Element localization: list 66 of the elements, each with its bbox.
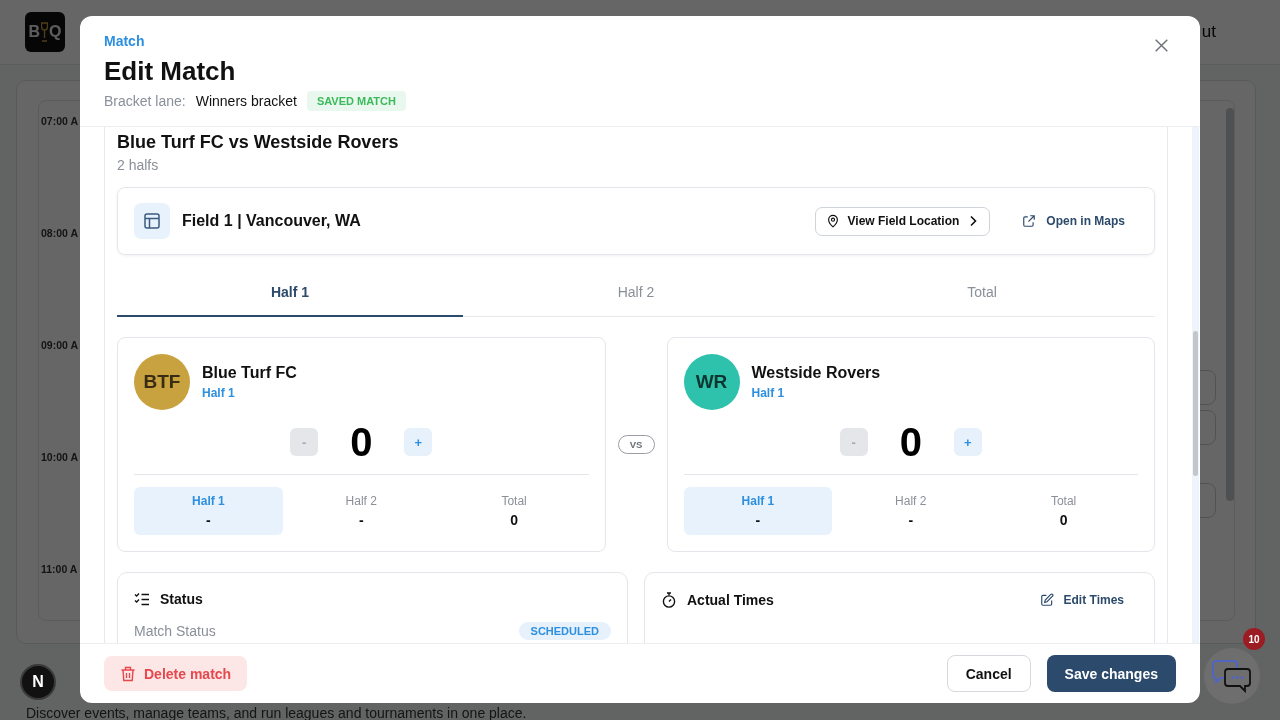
external-link-icon — [1022, 214, 1037, 228]
period-score-cell[interactable]: Total 0 — [989, 487, 1138, 535]
team-name: Blue Turf FC — [202, 363, 297, 383]
lane-label: Bracket lane: — [104, 93, 186, 109]
time-label: 11:00 A — [41, 563, 78, 575]
period-score: - — [206, 512, 211, 528]
period-score-cell[interactable]: Half 2 - — [836, 487, 986, 535]
location-button[interactable]: View Field Location — [814, 206, 991, 236]
scrollbar-track[interactable] — [1192, 127, 1199, 643]
team-name: Westside Rovers — [751, 363, 881, 383]
lane-value: Winners bracket — [195, 93, 297, 109]
time-label: 10:00 A — [41, 451, 78, 463]
team-period-label: Half 1 — [751, 385, 785, 401]
stopwatch-icon — [661, 592, 677, 608]
scrollbar-thumb[interactable] — [1193, 331, 1198, 476]
layout-icon — [134, 203, 170, 239]
scrollbar-thumb[interactable] — [1226, 108, 1234, 501]
period-label: Total — [1050, 494, 1077, 508]
modal-eyebrow: Match — [104, 33, 145, 49]
match-subtitle: 2 halfs — [117, 156, 159, 175]
logo-letter: B — [28, 23, 41, 41]
period-score-cell[interactable]: Half 1 - — [134, 487, 283, 535]
actual-times-title: Actual Times — [687, 591, 774, 610]
chat-icon — [1212, 659, 1252, 693]
period-tab[interactable]: Half 1 — [117, 269, 463, 317]
close-icon — [1154, 38, 1168, 52]
period-score: 0 — [1059, 512, 1068, 528]
field-name: Field 1 | Vancouver, WA — [182, 212, 361, 230]
period-score: - — [358, 512, 364, 528]
period-score-cell[interactable]: Half 2 - — [286, 487, 436, 535]
period-score: - — [908, 512, 914, 528]
cup-icon — [41, 21, 49, 43]
pin-icon — [825, 214, 840, 228]
status-field-label: Match Status — [134, 623, 216, 639]
period-score-cell[interactable]: Half 1 - — [683, 487, 833, 535]
time-label: 09:00 A — [41, 339, 78, 351]
period-score: - — [755, 512, 761, 528]
modal-title: Edit Match — [104, 55, 236, 87]
time-label: 07:00 A — [41, 115, 78, 127]
team-avatar: WR — [683, 354, 740, 410]
maps-link[interactable]: Open in Maps — [1012, 208, 1139, 234]
tagline: Discover events, manage teams, and run leagues and tournaments in one place. — [26, 705, 527, 720]
period-label: Total — [501, 494, 527, 508]
period-score-cell[interactable]: Total 0 — [439, 487, 589, 535]
trash-icon — [120, 665, 136, 682]
period-score: 0 — [510, 512, 518, 528]
score-value: 0 — [898, 422, 923, 462]
period-label: Half 2 — [345, 494, 377, 508]
logo-letter: Q — [49, 23, 62, 41]
match-title: Blue Turf FC vs Westside Rovers — [117, 131, 399, 153]
edit-times-button[interactable]: Edit Times — [1025, 589, 1138, 611]
saved-badge: SAVED MATCH — [306, 91, 406, 111]
team-avatar: BTF — [134, 354, 190, 410]
header-link[interactable]: ut — [1201, 22, 1216, 42]
status-title: Status — [160, 590, 203, 609]
period-label: Half 1 — [192, 494, 225, 508]
save-button[interactable]: Save changes — [1046, 655, 1176, 692]
status-badge: SCHEDULED — [518, 622, 611, 640]
cancel-button[interactable]: Cancel — [946, 655, 1031, 692]
checklist-icon — [134, 591, 150, 607]
score-value: 0 — [349, 422, 374, 462]
period-label: Half 1 — [741, 494, 775, 508]
team-period-label: Half 1 — [202, 385, 235, 401]
edit-icon — [1039, 593, 1054, 607]
time-label: 08:00 A — [41, 227, 78, 239]
period-label: Half 2 — [895, 494, 927, 508]
